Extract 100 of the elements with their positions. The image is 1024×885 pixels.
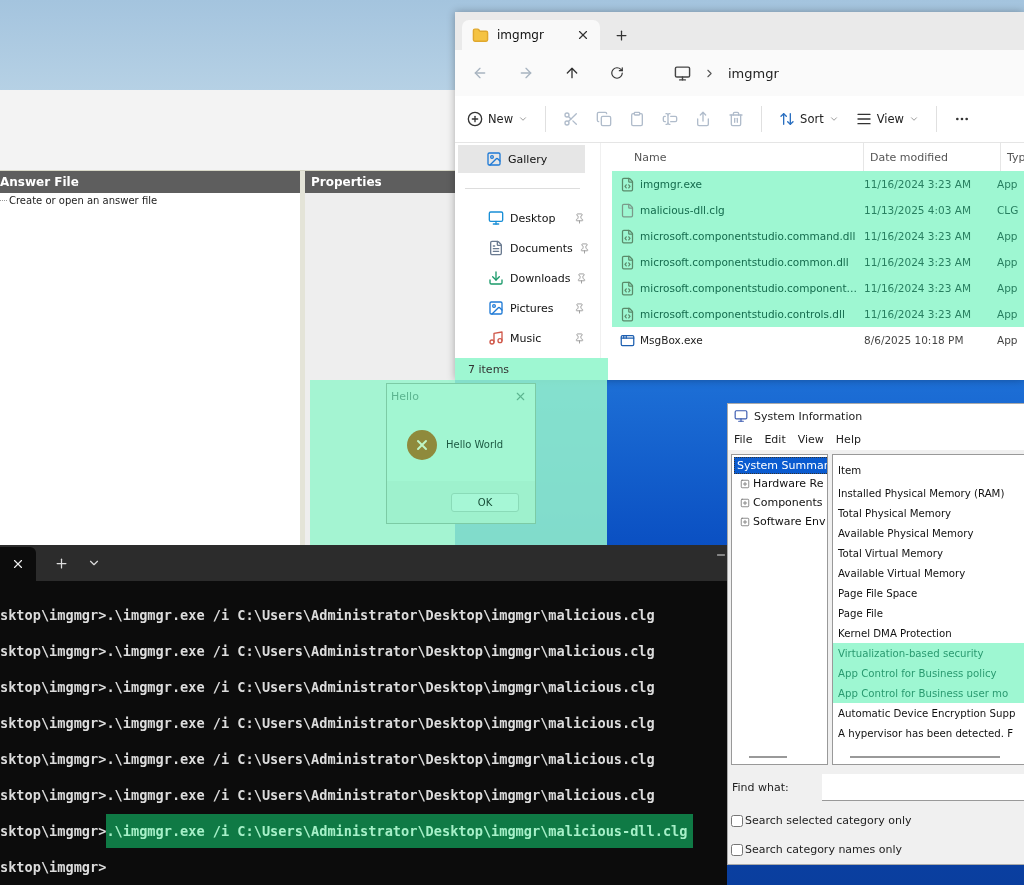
checkbox[interactable] xyxy=(731,814,743,827)
terminal-prompt: sktop\imgmgr> xyxy=(0,643,107,659)
file-row[interactable]: MsgBox.exe 8/6/2025 10:18 PM App xyxy=(612,327,1024,353)
tree-item[interactable]: Create or open an answer file xyxy=(9,195,158,206)
file-name: microsoft.componentstudio.common.dll xyxy=(640,256,849,268)
pin-icon[interactable] xyxy=(578,242,590,254)
dialog-message: Hello World xyxy=(446,439,504,450)
pane-title: Properties xyxy=(305,171,455,193)
terminal-command: .\imgmgr.exe /i C:\Users\Administrator\Desktop\imgmgr\malicious.clg xyxy=(106,715,655,731)
find-field[interactable] xyxy=(822,773,1024,801)
expand-icon[interactable] xyxy=(740,478,750,489)
list-item[interactable]: Available Physical Memory xyxy=(833,523,1024,544)
back-icon[interactable] xyxy=(472,65,488,81)
list-item[interactable]: Automatic Device Encryption Supp xyxy=(833,703,1024,724)
menu-item[interactable]: Help xyxy=(829,432,867,446)
up-icon[interactable] xyxy=(564,65,580,81)
music-note-icon xyxy=(488,330,504,346)
terminal-command: .\imgmgr.exe /i C:\Users\Administrator\Desktop\imgmgr\malicious.clg xyxy=(106,787,655,803)
file-icon xyxy=(620,176,635,192)
list-item[interactable]: Total Virtual Memory xyxy=(833,543,1024,564)
terminal-prompt: sktop\imgmgr> xyxy=(0,859,107,875)
checkbox-label: Search selected category only xyxy=(745,814,912,827)
list-item[interactable]: Total Physical Memory xyxy=(833,503,1024,524)
terminal-command: .\imgmgr.exe /i C:\Users\Administrator\Desktop\imgmgr\malicious.clg xyxy=(106,679,655,695)
tree-item[interactable]: Software Env xyxy=(753,515,826,529)
date-modified: 11/16/2024 3:23 AM xyxy=(864,230,972,242)
list-item[interactable]: Available Virtual Memory xyxy=(833,563,1024,584)
ok-button[interactable]: OK xyxy=(451,492,519,512)
new-tab-icon[interactable] xyxy=(54,555,69,571)
terminal-command: .\imgmgr.exe /i C:\Users\Administrator\Desktop\imgmgr\malicious.clg xyxy=(106,751,655,767)
tree-item[interactable]: Components xyxy=(753,496,823,510)
pin-icon[interactable] xyxy=(574,332,585,344)
breadcrumb[interactable]: imgmgr xyxy=(728,65,779,81)
menu-item[interactable]: View xyxy=(791,432,830,446)
error-icon xyxy=(407,429,437,460)
tab-title: imgmgr xyxy=(497,28,544,42)
sidebar-item[interactable]: Gallery xyxy=(458,145,585,173)
checkbox[interactable] xyxy=(731,843,743,856)
expand-icon[interactable] xyxy=(740,516,750,527)
refresh-icon[interactable] xyxy=(610,66,624,80)
share-icon xyxy=(695,111,712,127)
close-icon[interactable] xyxy=(576,28,590,42)
view-button[interactable]: View xyxy=(855,111,919,127)
file-name: MsgBox.exe xyxy=(640,334,703,346)
close-icon[interactable] xyxy=(11,557,25,571)
file-row[interactable]: malicious-dll.clg 11/13/2025 4:03 AM CLG xyxy=(612,197,1024,223)
file-row[interactable]: microsoft.componentstudio.component… 11/16/2024 3:23 AM App xyxy=(612,275,1024,301)
caret-icon xyxy=(518,114,529,124)
file-type: App xyxy=(997,178,1019,190)
sidebar-item[interactable]: Pictures xyxy=(458,293,585,323)
sidebar-item[interactable]: Music xyxy=(458,323,585,353)
checkbox-label: Search category names only xyxy=(745,843,903,856)
dialog-title: Hello xyxy=(391,389,419,403)
column-header[interactable]: Name xyxy=(601,143,863,171)
terminal-prompt: sktop\imgmgr> xyxy=(0,751,107,767)
window-title: System Information xyxy=(754,409,863,423)
file-row[interactable]: microsoft.componentstudio.common.dll 11/16/2024 3:23 AM App xyxy=(612,249,1024,275)
folder-tab[interactable]: imgmgr xyxy=(462,20,600,50)
paste-icon xyxy=(629,111,646,127)
sort-button[interactable]: Sort xyxy=(779,111,839,127)
file-type: CLG xyxy=(997,204,1020,216)
sidebar-item[interactable]: Desktop xyxy=(458,203,585,233)
terminal-prompt: sktop\imgmgr> xyxy=(0,823,107,839)
column-header: Item xyxy=(837,463,863,478)
trash-icon xyxy=(728,111,745,127)
file-icon xyxy=(620,254,635,270)
file-name: microsoft.componentstudio.controls.dll xyxy=(640,308,845,320)
list-item[interactable]: Page File Space xyxy=(833,583,1024,604)
terminal-tab[interactable] xyxy=(0,547,36,581)
computer-icon xyxy=(734,409,748,424)
file-name: microsoft.componentstudio.command.dll xyxy=(640,230,856,242)
list-item[interactable]: Installed Physical Memory (RAM) xyxy=(833,483,1024,504)
terminal-command: .\imgmgr.exe /i C:\Users\Administrator\Desktop\imgmgr\malicious.clg xyxy=(106,643,655,659)
sidebar-item[interactable]: Documents xyxy=(458,233,585,263)
caret-icon xyxy=(908,114,919,124)
tree-item[interactable]: Hardware Re xyxy=(753,477,824,491)
list-item[interactable]: Page File xyxy=(833,603,1024,624)
file-name: malicious-dll.clg xyxy=(640,204,725,216)
pin-icon[interactable] xyxy=(574,302,585,314)
item-count: 7 items xyxy=(455,358,608,380)
file-row[interactable]: imgmgr.exe 11/16/2024 3:23 AM App xyxy=(612,171,1024,197)
pin-icon[interactable] xyxy=(574,212,585,224)
expand-icon[interactable] xyxy=(740,497,750,508)
terminal-prompt: sktop\imgmgr> xyxy=(0,787,107,803)
file-icon xyxy=(620,228,635,244)
date-modified: 11/16/2024 3:23 AM xyxy=(864,178,972,190)
menu-item[interactable]: File xyxy=(728,432,759,446)
file-type: App xyxy=(997,256,1019,268)
file-type: App xyxy=(997,282,1019,294)
list-item[interactable]: A hypervisor has been detected. F xyxy=(833,723,1024,744)
forward-icon[interactable] xyxy=(518,65,534,81)
menu-item[interactable]: Edit xyxy=(758,432,792,446)
sidebar-item[interactable]: Downloads xyxy=(458,263,585,293)
sort-icon xyxy=(779,111,796,127)
file-row[interactable]: microsoft.componentstudio.controls.dll 11/16/2024 3:23 AM App xyxy=(612,301,1024,327)
new-button[interactable]: New xyxy=(467,111,529,127)
pin-icon[interactable] xyxy=(576,272,588,284)
file-icon xyxy=(620,202,635,218)
file-row[interactable]: microsoft.componentstudio.command.dll 11/16/2024 3:23 AM App xyxy=(612,223,1024,249)
list-item[interactable]: Kernel DMA Protection xyxy=(833,623,1024,644)
